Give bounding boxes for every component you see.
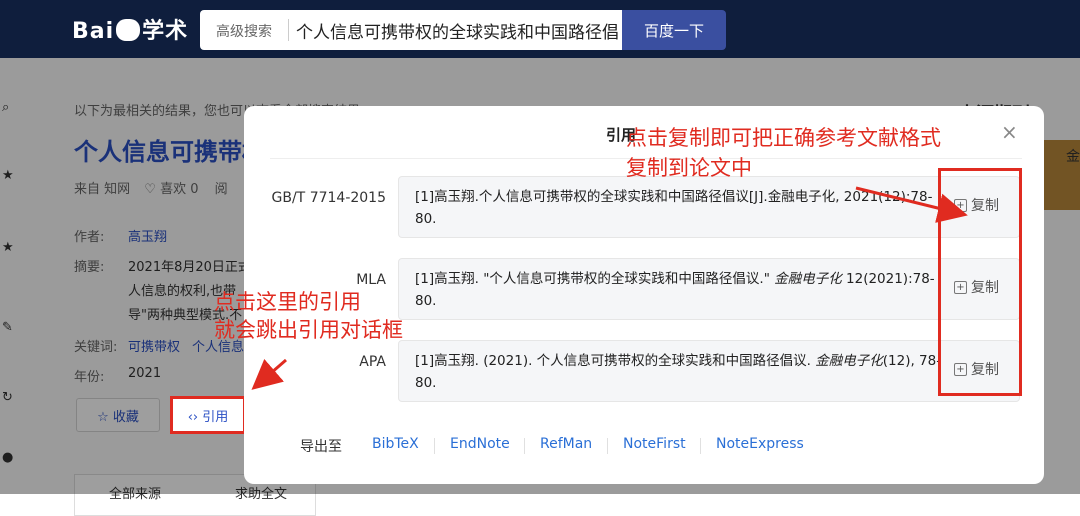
cite-annotation: 就会跳出引用对话框: [214, 318, 403, 342]
copy-annotation: 复制到论文中: [626, 156, 752, 180]
citation-part: [1]高玉翔. (2021). 个人信息可携带权的全球实践和中国路径倡议.: [415, 353, 816, 369]
logo-text-scholar: 学术: [142, 19, 189, 44]
citation-part: [1]高玉翔. "个人信息可携带权的全球实践和中国路径倡议.": [415, 271, 775, 287]
divider: [434, 438, 435, 454]
citation-style-label: GB/T 7714-2015: [271, 190, 386, 206]
journal-name: 金融电子化: [815, 353, 883, 369]
search-button[interactable]: 百度一下: [622, 10, 726, 50]
copy-annotation: 点击复制即可把正确参考文献格式: [626, 126, 941, 150]
search-input[interactable]: 个人信息可携带权的全球实践和中国路径倡议: [296, 18, 618, 43]
export-bibtex-link[interactable]: BibTeX: [372, 436, 419, 452]
advanced-search-link[interactable]: 高级搜索: [216, 21, 272, 41]
journal-name: 金融电子化: [774, 271, 842, 287]
paw-icon: [116, 19, 141, 41]
export-refman-link[interactable]: RefMan: [540, 436, 592, 452]
cite-button[interactable]: ‹› 引用: [170, 396, 246, 434]
logo-text: Bai: [72, 19, 115, 44]
citation-text[interactable]: [1]高玉翔. (2021). 个人信息可携带权的全球实践和中国路径倡议. 金融…: [415, 350, 945, 394]
copy-highlight-box: [938, 168, 1022, 396]
export-notefirst-link[interactable]: NoteFirst: [623, 436, 686, 452]
export-noteexpress-link[interactable]: NoteExpress: [716, 436, 804, 452]
citation-style-label: MLA: [356, 272, 386, 288]
citation-box: [1]高玉翔.个人信息可携带权的全球实践和中国路径倡议[J].金融电子化, 20…: [398, 176, 1020, 238]
export-label: 导出至: [300, 439, 342, 455]
export-endnote-link[interactable]: EndNote: [450, 436, 510, 452]
top-header: Bai 学术 高级搜索 个人信息可携带权的全球实践和中国路径倡议 百度一下: [0, 0, 1080, 58]
citation-style-label: APA: [359, 354, 386, 370]
cite-annotation: 点击这里的引用: [214, 290, 361, 314]
close-icon[interactable]: ×: [1001, 120, 1018, 144]
divider: [607, 438, 608, 454]
citation-box: [1]高玉翔. (2021). 个人信息可携带权的全球实践和中国路径倡议. 金融…: [398, 340, 1020, 402]
divider: [288, 19, 289, 41]
citation-box: [1]高玉翔. "个人信息可携带权的全球实践和中国路径倡议." 金融电子化 12…: [398, 258, 1020, 320]
divider: [700, 438, 701, 454]
citation-text[interactable]: [1]高玉翔. "个人信息可携带权的全球实践和中国路径倡议." 金融电子化 12…: [415, 268, 945, 312]
divider: [524, 438, 525, 454]
search-box: 高级搜索 个人信息可携带权的全球实践和中国路径倡议: [200, 10, 622, 50]
baidu-scholar-logo[interactable]: Bai 学术: [72, 13, 188, 45]
citation-text[interactable]: [1]高玉翔.个人信息可携带权的全球实践和中国路径倡议[J].金融电子化, 20…: [415, 186, 945, 230]
